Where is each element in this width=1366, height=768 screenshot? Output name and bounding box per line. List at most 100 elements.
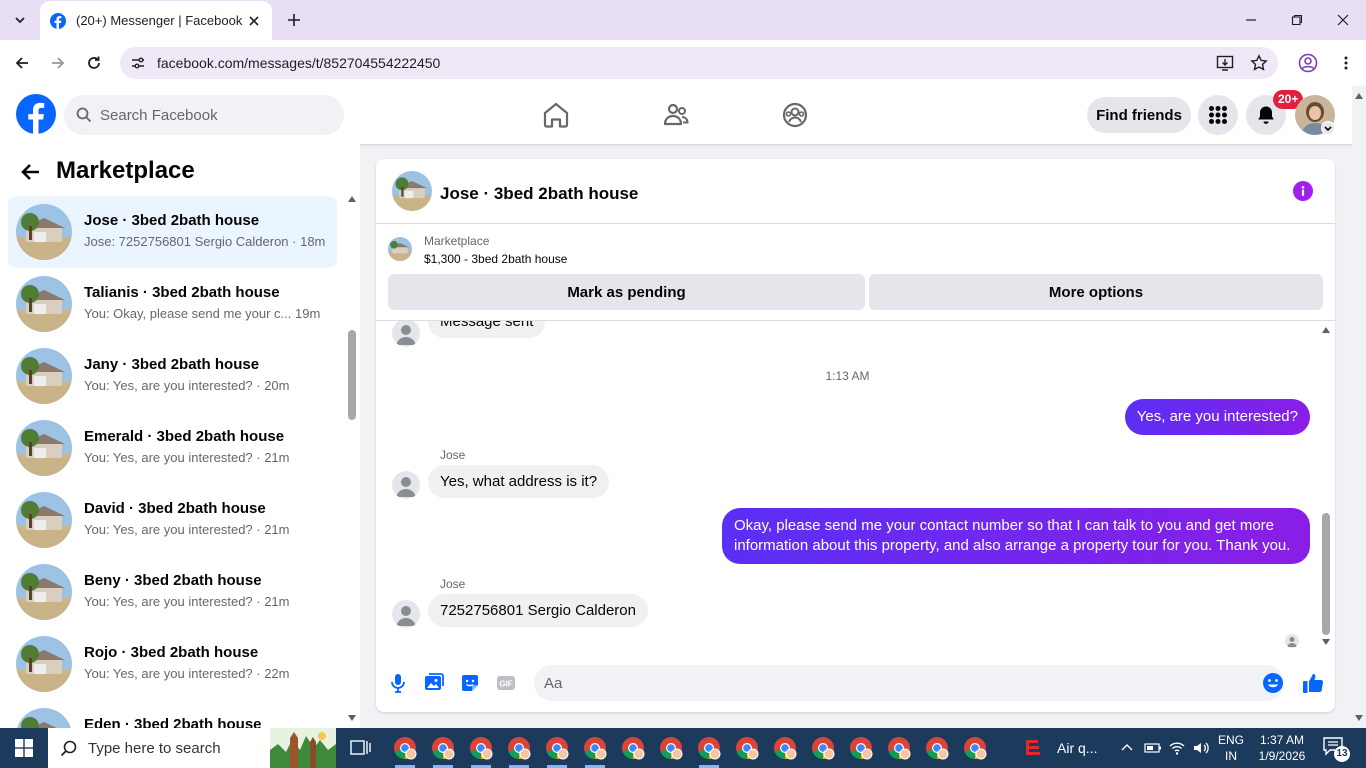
back-button[interactable] xyxy=(10,51,34,75)
message-bubble-incoming[interactable]: Yes, what address is it? xyxy=(428,465,610,498)
scroll-up-icon[interactable] xyxy=(1321,326,1331,334)
windows-logo-icon xyxy=(15,739,33,757)
chrome-taskbar-icon[interactable] xyxy=(849,736,873,760)
conversation-info-button[interactable] xyxy=(1293,181,1313,201)
profile-button[interactable] xyxy=(1296,51,1320,75)
close-window-button[interactable] xyxy=(1320,6,1366,34)
conversation-item[interactable]: David · 3bed 2bath house You: Yes, are yo… xyxy=(8,484,337,556)
groups-icon[interactable] xyxy=(780,100,810,130)
input-language[interactable]: ENG IN xyxy=(1216,732,1246,764)
address-bar[interactable]: facebook.com/messages/t/852704554222450 xyxy=(120,47,1278,79)
new-tab-button[interactable] xyxy=(282,8,306,32)
account-menu-chevron[interactable] xyxy=(1321,121,1335,135)
message-thread: Message sent 1:13 AM Yes, are you intere… xyxy=(376,321,1335,651)
thumbs-up-icon[interactable] xyxy=(1302,672,1324,694)
scroll-up-icon[interactable] xyxy=(1354,92,1364,100)
message-input[interactable] xyxy=(534,665,1284,701)
mark-as-pending-button[interactable]: Mark as pending xyxy=(388,274,865,310)
close-tab-icon[interactable] xyxy=(246,13,262,29)
wifi-icon[interactable] xyxy=(1168,739,1186,757)
emoji-icon[interactable] xyxy=(1262,672,1284,694)
scroll-up-icon[interactable] xyxy=(347,195,357,203)
menu-button[interactable] xyxy=(1198,95,1238,135)
site-settings-icon[interactable] xyxy=(130,55,146,71)
conversation-item[interactable]: Eden · 3bed 2bath house xyxy=(8,700,337,728)
chat-scrollbar-thumb[interactable] xyxy=(1322,513,1330,635)
taskbar-clock[interactable]: 1:37 AM 1/9/2026 xyxy=(1254,732,1310,764)
install-app-icon[interactable] xyxy=(1216,54,1234,72)
conversation-item[interactable]: Rojo · 3bed 2bath house You: Yes, are you… xyxy=(8,628,337,700)
message-bubble-incoming[interactable]: Message sent xyxy=(428,321,546,338)
page-scrollbar[interactable] xyxy=(1352,86,1366,728)
find-friends-button[interactable]: Find friends xyxy=(1087,97,1191,133)
scroll-down-icon[interactable] xyxy=(347,714,357,722)
scroll-down-icon[interactable] xyxy=(1321,638,1331,646)
message-bubble-outgoing[interactable]: Yes, are you interested? xyxy=(1124,399,1310,435)
friends-icon[interactable] xyxy=(661,100,691,130)
taskbar-search-box[interactable]: Type here to search xyxy=(48,728,336,768)
chrome-taskbar-icon[interactable] xyxy=(925,736,949,760)
more-options-button[interactable]: More options xyxy=(869,274,1323,310)
forward-button[interactable] xyxy=(46,51,70,75)
chrome-taskbar-icon[interactable] xyxy=(507,736,531,768)
chat-title[interactable]: Jose · 3bed 2bath house xyxy=(440,184,638,204)
home-icon[interactable] xyxy=(541,100,571,130)
house-photo-icon xyxy=(16,348,72,404)
default-avatar-icon xyxy=(396,325,416,345)
facebook-search-input[interactable]: Search Facebook xyxy=(64,95,344,135)
reload-button[interactable] xyxy=(82,51,106,75)
chrome-taskbar-icon[interactable] xyxy=(431,736,455,768)
chrome-taskbar-icon[interactable] xyxy=(545,736,569,768)
sender-avatar[interactable] xyxy=(392,600,420,628)
message-bubble-outgoing[interactable]: Okay, please send me your contact number… xyxy=(722,508,1310,564)
message-bubble-incoming[interactable]: 7252756801 Sergio Calderon xyxy=(428,594,648,627)
browser-menu-button[interactable] xyxy=(1334,51,1358,75)
listing-price[interactable]: $1,300 - 3bed 2bath house xyxy=(424,252,567,266)
chrome-taskbar-icon[interactable] xyxy=(393,736,417,768)
grid-menu-icon xyxy=(1209,106,1227,124)
battery-icon[interactable] xyxy=(1144,739,1162,757)
chat-avatar[interactable] xyxy=(392,171,432,211)
bookmark-star-icon[interactable] xyxy=(1250,54,1268,72)
taskbar-weather[interactable]: Air q... xyxy=(1022,736,1097,760)
restore-button[interactable] xyxy=(1274,6,1320,34)
start-button[interactable] xyxy=(0,728,48,768)
tab-search-button[interactable] xyxy=(8,8,32,32)
sender-avatar[interactable] xyxy=(392,471,420,499)
listing-thumbnail[interactable] xyxy=(388,237,412,261)
chrome-taskbar-icon[interactable] xyxy=(735,736,759,760)
minimize-button[interactable] xyxy=(1228,6,1274,34)
chrome-taskbar-icon[interactable] xyxy=(469,736,493,768)
photo-icon[interactable] xyxy=(423,672,445,694)
chrome-taskbar-icon[interactable] xyxy=(773,736,797,760)
chrome-taskbar-icon[interactable] xyxy=(621,736,645,760)
microphone-icon[interactable] xyxy=(387,672,409,694)
conversation-item[interactable]: Beny · 3bed 2bath house You: Yes, are you… xyxy=(8,556,337,628)
chrome-taskbar-icon[interactable] xyxy=(697,736,721,768)
conversation-item[interactable]: Jose · 3bed 2bath house Jose: 7252756801 … xyxy=(8,196,337,268)
sidebar-scrollbar-thumb[interactable] xyxy=(348,330,356,420)
notification-center-button[interactable]: 13 xyxy=(1322,736,1350,762)
chrome-taskbar-icon[interactable] xyxy=(963,736,987,760)
conversation-item[interactable]: Talianis · 3bed 2bath house You: Okay, pl… xyxy=(8,268,337,340)
chrome-icon xyxy=(736,737,759,760)
facebook-logo-icon[interactable] xyxy=(16,94,56,134)
browser-tab[interactable]: (20+) Messenger | Facebook xyxy=(40,1,272,40)
volume-icon[interactable] xyxy=(1192,739,1210,757)
sender-avatar[interactable] xyxy=(392,321,420,347)
chrome-taskbar-icon[interactable] xyxy=(887,736,911,760)
chrome-taskbar-icon[interactable] xyxy=(583,736,607,768)
back-arrow-icon[interactable] xyxy=(20,161,42,183)
sticker-icon[interactable] xyxy=(459,672,481,694)
scroll-down-icon[interactable] xyxy=(1354,714,1364,722)
chrome-icon xyxy=(546,737,569,760)
conversation-item[interactable]: Jany · 3bed 2bath house You: Yes, are you… xyxy=(8,340,337,412)
gif-icon[interactable]: GIF xyxy=(495,672,517,694)
chrome-taskbar-icon[interactable] xyxy=(811,736,835,760)
task-view-icon[interactable] xyxy=(348,736,372,760)
region-code: IN xyxy=(1225,749,1237,763)
chrome-taskbar-icon[interactable] xyxy=(659,736,683,760)
conversation-item[interactable]: Emerald · 3bed 2bath house You: Yes, are … xyxy=(8,412,337,484)
chrome-icon xyxy=(660,737,683,760)
chevron-up-icon[interactable] xyxy=(1120,741,1134,755)
